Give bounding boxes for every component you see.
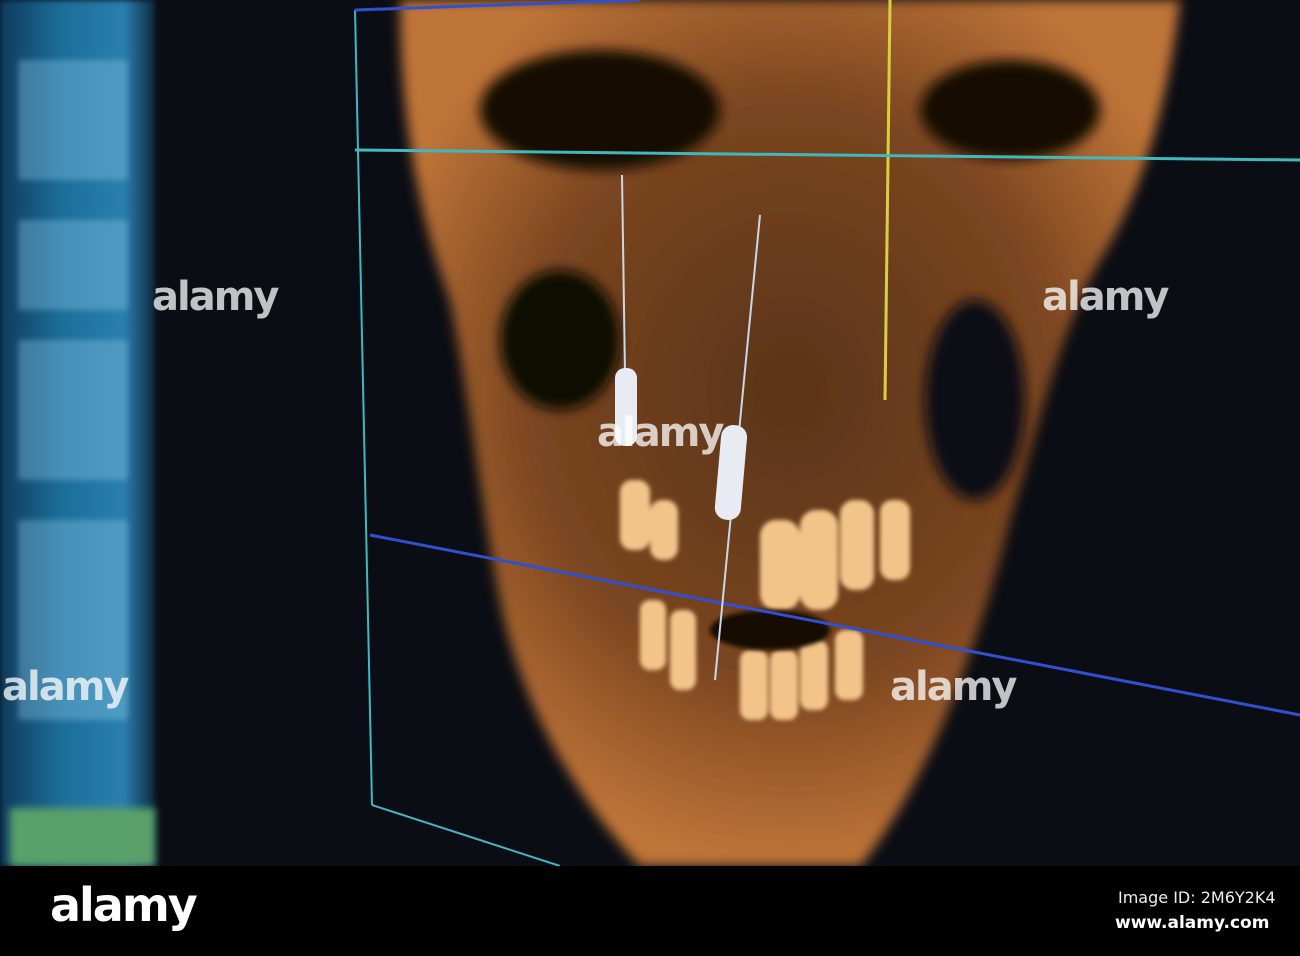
- website-link[interactable]: www.alamy.com: [1115, 913, 1269, 933]
- image-id: Image ID: 2M6Y2K4: [1118, 888, 1276, 907]
- watermark: alamy: [1042, 274, 1169, 320]
- axis-cyan-bottom-line: [371, 804, 561, 866]
- ct-scan-photo: alamy alamy alamy alamy alamy: [0, 0, 1300, 866]
- watermark: alamy: [2, 664, 129, 710]
- watermark: alamy: [597, 410, 724, 456]
- axis-cyan-vertical-line: [354, 9, 373, 806]
- watermark: alamy: [152, 274, 279, 320]
- alamy-logo: alamy: [50, 878, 198, 932]
- watermark: alamy: [890, 664, 1017, 710]
